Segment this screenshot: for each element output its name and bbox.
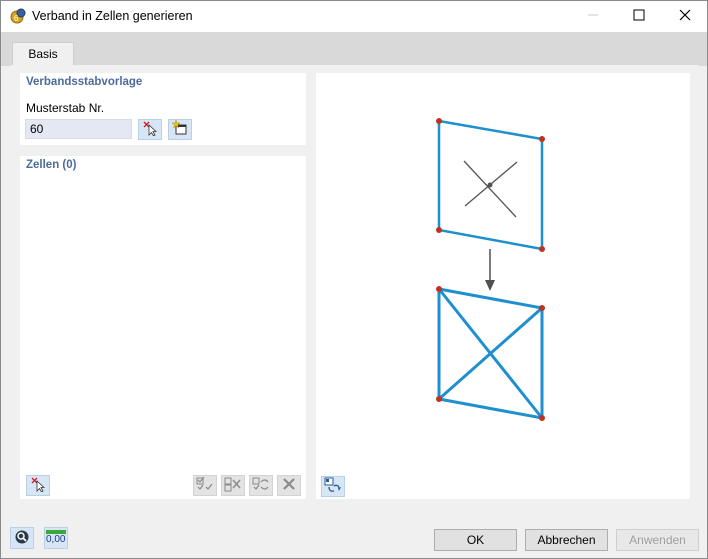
dialog-footer: 0,00 OK Abbrechen Anwenden bbox=[1, 511, 707, 558]
preview-settings-icon bbox=[324, 477, 342, 496]
help-button[interactable] bbox=[10, 527, 34, 549]
template-section-title: Verbandsstabvorlage bbox=[26, 76, 143, 88]
invert-selection-icon bbox=[252, 476, 270, 495]
template-panel: Verbandsstabvorlage Musterstab Nr. 60 bbox=[20, 73, 306, 145]
title-bar: 6 Verband in Zellen generieren bbox=[1, 1, 707, 32]
pick-cells-button[interactable] bbox=[26, 475, 50, 496]
pick-cells-icon bbox=[30, 476, 46, 495]
dialog-window: 6 Verband in Zellen generieren Basis Ver… bbox=[0, 0, 708, 559]
apply-button[interactable]: Anwenden bbox=[616, 529, 699, 551]
member-label: Musterstab Nr. bbox=[26, 101, 105, 115]
preview-panel bbox=[316, 73, 690, 499]
cancel-button[interactable]: Abbrechen bbox=[525, 529, 608, 551]
uncheck-all-button[interactable] bbox=[221, 475, 245, 496]
new-member-icon bbox=[171, 119, 188, 139]
cells-section-title: Zellen (0) bbox=[26, 159, 77, 171]
close-icon bbox=[679, 9, 691, 24]
delete-button[interactable] bbox=[277, 475, 301, 496]
app-icon: 6 bbox=[10, 8, 26, 24]
units-button[interactable]: 0,00 bbox=[44, 527, 68, 549]
cells-panel: Zellen (0) bbox=[20, 156, 306, 499]
node bbox=[539, 246, 545, 252]
node bbox=[436, 227, 442, 233]
node bbox=[539, 136, 545, 142]
close-button[interactable] bbox=[662, 1, 708, 32]
maximize-icon bbox=[633, 9, 645, 24]
minimize-button[interactable] bbox=[570, 1, 616, 32]
units-icon: 0,00 bbox=[46, 530, 66, 546]
invert-selection-button[interactable] bbox=[249, 475, 273, 496]
window-title: Verband in Zellen generieren bbox=[32, 9, 193, 23]
help-icon bbox=[14, 529, 30, 548]
template-center-node bbox=[487, 182, 493, 188]
arrow-head bbox=[485, 280, 495, 291]
units-icon-text: 0,00 bbox=[46, 534, 66, 545]
tab-strip: Basis bbox=[1, 32, 707, 67]
check-all-icon bbox=[196, 476, 214, 495]
minimize-icon bbox=[587, 9, 599, 24]
generated-diagonal-b bbox=[438, 306, 543, 401]
tab-content: Verbandsstabvorlage Musterstab Nr. 60 Ze… bbox=[11, 65, 699, 511]
node bbox=[436, 118, 442, 124]
delete-icon bbox=[282, 477, 296, 494]
preview-settings-button[interactable] bbox=[321, 476, 345, 497]
ok-button[interactable]: OK bbox=[434, 529, 517, 551]
uncheck-all-icon bbox=[224, 476, 242, 495]
node bbox=[539, 305, 545, 311]
node bbox=[436, 286, 442, 292]
pick-member-icon bbox=[142, 120, 158, 139]
check-all-button[interactable] bbox=[193, 475, 217, 496]
tab-basis[interactable]: Basis bbox=[12, 42, 74, 67]
member-number-input[interactable]: 60 bbox=[25, 119, 132, 139]
new-member-button[interactable] bbox=[168, 119, 192, 140]
pick-member-button[interactable] bbox=[138, 119, 162, 140]
bracing-preview-graphic bbox=[436, 118, 545, 421]
maximize-button[interactable] bbox=[616, 1, 662, 32]
node bbox=[539, 415, 545, 421]
svg-text:6: 6 bbox=[14, 14, 19, 23]
node bbox=[436, 396, 442, 402]
